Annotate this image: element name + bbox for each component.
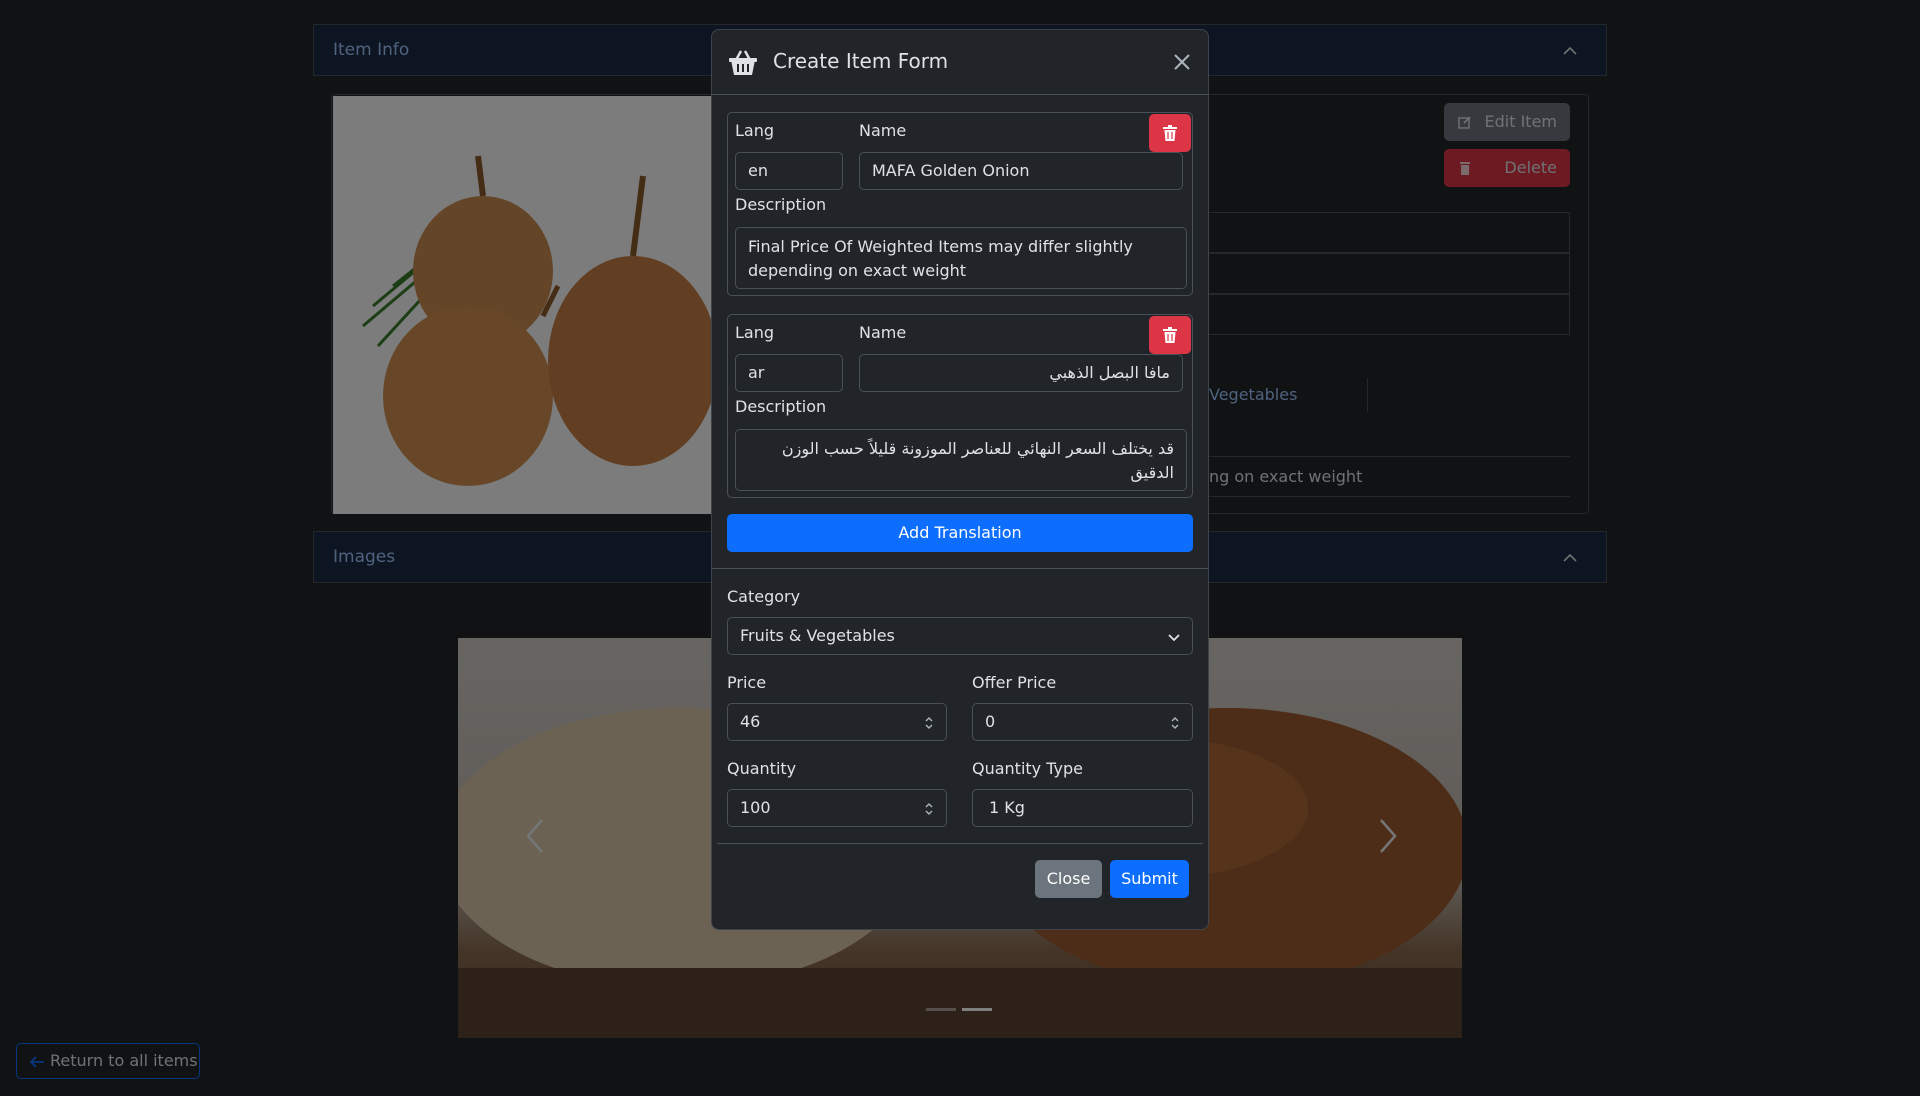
spinner-icon[interactable]	[924, 802, 934, 816]
modal-header: Create Item Form	[712, 30, 1208, 95]
description-textarea[interactable]: Final Price Of Weighted Items may differ…	[735, 227, 1187, 289]
name-label: Name	[859, 121, 907, 140]
trash-icon	[1163, 125, 1177, 141]
description-label: Description	[735, 195, 827, 214]
delete-translation-button[interactable]	[1149, 316, 1191, 354]
lang-label: Lang	[735, 323, 775, 342]
close-icon[interactable]	[1173, 53, 1191, 71]
offer-price-input[interactable]: 0	[972, 703, 1193, 741]
description-textarea[interactable]: قد يختلف السعر النهائي للعناصر الموزونة …	[735, 429, 1187, 491]
translation-card: Lang Name ar مافا البصل الذهبي Descripti…	[727, 314, 1193, 498]
spinner-icon[interactable]	[924, 716, 934, 730]
price-label: Price	[727, 673, 767, 692]
basket-icon	[729, 50, 757, 75]
close-button[interactable]: Close	[1035, 860, 1102, 898]
offer-price-value: 0	[985, 712, 996, 731]
delete-translation-button[interactable]	[1149, 114, 1191, 152]
add-translation-button[interactable]: Add Translation	[727, 514, 1193, 552]
quantity-type-label: Quantity Type	[972, 759, 1083, 778]
spinner-icon[interactable]	[1170, 716, 1180, 730]
create-item-modal: Create Item Form Lang Name en MAFA Golde…	[711, 29, 1209, 930]
price-value: 46	[740, 712, 761, 731]
lang-label: Lang	[735, 121, 775, 140]
quantity-type-input[interactable]: 1 Kg	[972, 789, 1193, 827]
quantity-label: Quantity	[727, 759, 797, 778]
name-input[interactable]: مافا البصل الذهبي	[859, 354, 1183, 392]
category-value: Fruits & Vegetables	[740, 626, 895, 645]
submit-button[interactable]: Submit	[1110, 860, 1189, 898]
quantity-input[interactable]: 100	[727, 789, 947, 827]
description-label: Description	[735, 397, 827, 416]
translation-card: Lang Name en MAFA Golden Onion Descripti…	[727, 112, 1193, 296]
category-select[interactable]: Fruits & Vegetables	[727, 617, 1193, 655]
offer-price-label: Offer Price	[972, 673, 1057, 692]
trash-icon	[1163, 327, 1177, 343]
section-divider	[712, 568, 1208, 569]
modal-title: Create Item Form	[773, 49, 949, 73]
quantity-value: 100	[740, 798, 771, 817]
footer-divider	[717, 843, 1203, 844]
price-input[interactable]: 46	[727, 703, 947, 741]
lang-input[interactable]: en	[735, 152, 843, 190]
chevron-down-icon	[1168, 634, 1180, 642]
name-label: Name	[859, 323, 907, 342]
category-label: Category	[727, 587, 801, 606]
name-input[interactable]: MAFA Golden Onion	[859, 152, 1183, 190]
lang-input[interactable]: ar	[735, 354, 843, 392]
